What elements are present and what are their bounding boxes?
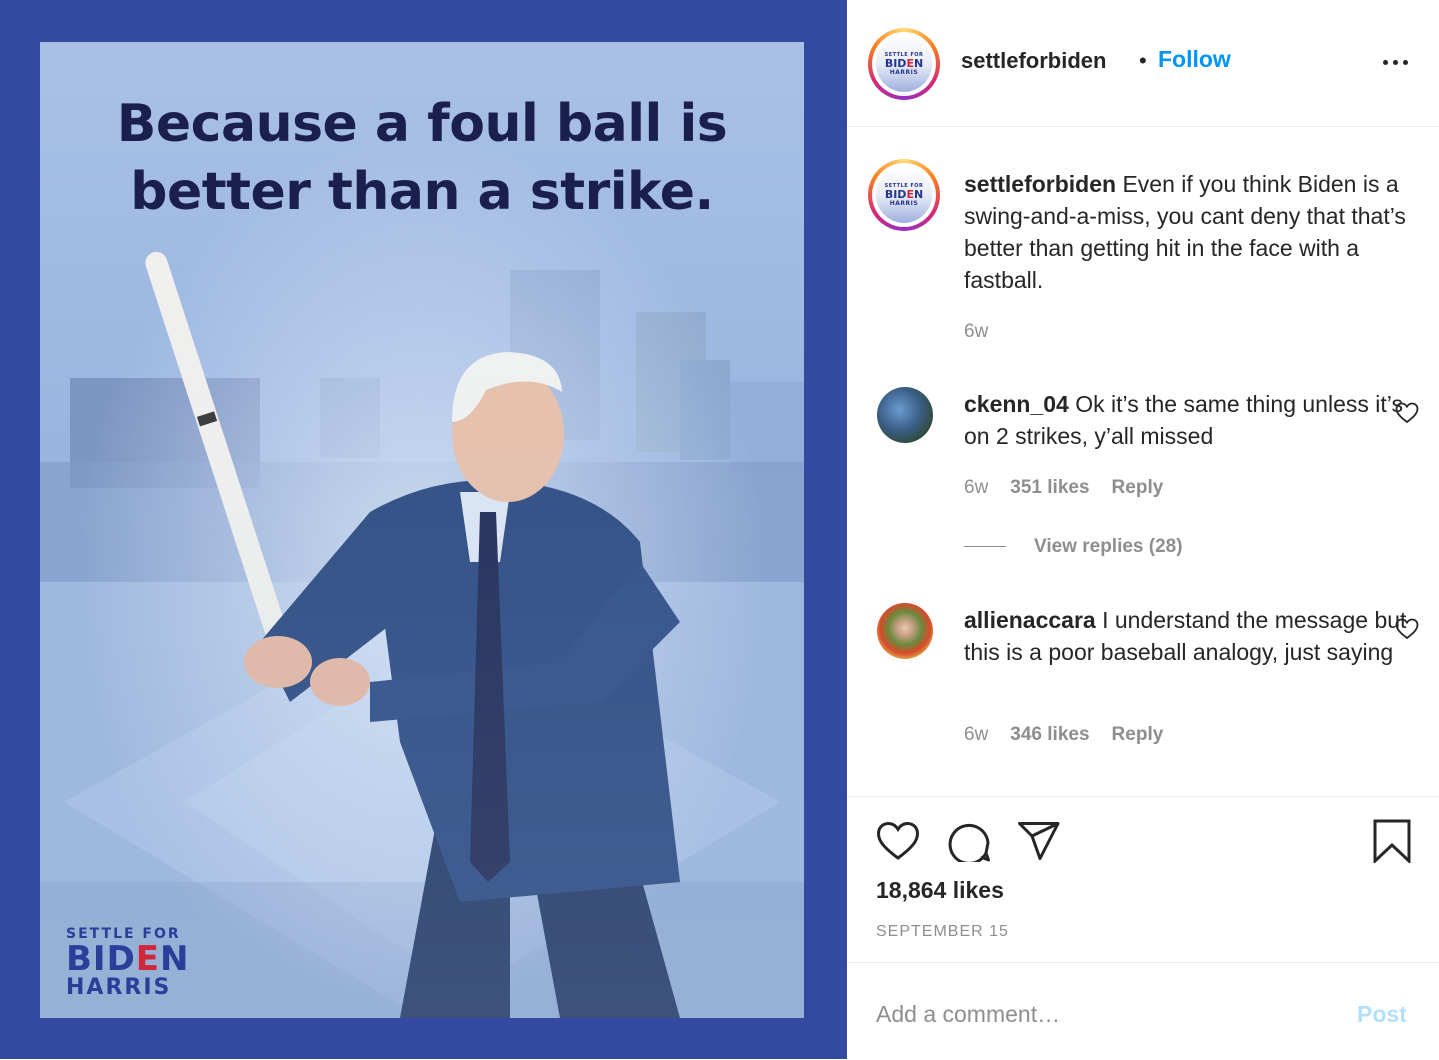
comment-reply-button[interactable]: Reply xyxy=(1112,724,1164,745)
share-paper-plane-icon[interactable] xyxy=(1017,821,1061,861)
brand-mid-text: BIDEN xyxy=(66,939,190,979)
header-avatar[interactable]: SETTLE FOR BIDEN HARRIS xyxy=(868,28,940,100)
comment-meta: 6w 346 likes Reply xyxy=(964,724,1185,746)
settle-for-biden-logo: SETTLE FOR BIDEN HARRIS xyxy=(66,926,190,1000)
caption-time[interactable]: 6w xyxy=(964,321,988,342)
brand-bottom-text: HARRIS xyxy=(66,975,172,1000)
comment-likes[interactable]: 351 likes xyxy=(1010,477,1089,498)
follow-button[interactable]: Follow xyxy=(1158,46,1231,73)
post-comment-button[interactable]: Post xyxy=(1357,1001,1407,1028)
header-username[interactable]: settleforbiden xyxy=(961,48,1106,74)
comment-time[interactable]: 6w xyxy=(964,724,988,745)
caption-text: settleforbiden Even if you think Biden i… xyxy=(964,168,1414,296)
post-likes-count[interactable]: 18,864 likes xyxy=(876,877,1004,904)
comment-meta: 6w 351 likes Reply xyxy=(964,477,1185,499)
comment-like-heart-icon[interactable] xyxy=(1395,402,1419,424)
comment-like-heart-icon[interactable] xyxy=(1395,618,1419,640)
poster-headline: Because a foul ball is better than a str… xyxy=(40,90,804,226)
view-replies-line xyxy=(964,546,1006,548)
post-header: SETTLE FOR BIDEN HARRIS settleforbiden •… xyxy=(847,0,1439,127)
comments-list[interactable]: SETTLE FOR BIDEN HARRIS settleforbiden E… xyxy=(847,127,1439,795)
commenter-avatar[interactable] xyxy=(877,387,933,443)
save-bookmark-icon[interactable] xyxy=(1373,819,1411,863)
post-actions: 18,864 likes SEPTEMBER 15 xyxy=(847,796,1439,963)
avatar-logo: SETTLE FOR BIDEN HARRIS xyxy=(876,36,932,92)
comment-text: allienaccara I understand the message bu… xyxy=(964,604,1414,668)
post-image[interactable]: Because a foul ball is better than a str… xyxy=(40,42,804,1018)
comment-reply-button[interactable]: Reply xyxy=(1112,477,1164,498)
view-replies-button[interactable]: View replies (28) xyxy=(964,536,1183,558)
comment-username[interactable]: allienaccara xyxy=(964,607,1096,633)
headline-line-1: Because a foul ball is xyxy=(116,94,728,154)
add-comment-input[interactable] xyxy=(876,999,1316,1029)
post-date[interactable]: SEPTEMBER 15 xyxy=(876,923,1009,941)
caption-avatar[interactable]: SETTLE FOR BIDEN HARRIS xyxy=(868,159,940,231)
caption-meta: 6w xyxy=(964,321,1010,343)
comment-text: ckenn_04 Ok it’s the same thing unless i… xyxy=(964,388,1414,452)
view-replies-label: View replies (28) xyxy=(1034,536,1183,557)
commenter-avatar[interactable] xyxy=(877,603,933,659)
headline-line-2: better than a strike. xyxy=(130,162,714,222)
comment-likes[interactable]: 346 likes xyxy=(1010,724,1089,745)
caption-username[interactable]: settleforbiden xyxy=(964,171,1116,197)
comment-username[interactable]: ckenn_04 xyxy=(964,391,1069,417)
comment-bubble-icon[interactable] xyxy=(947,820,991,862)
comment-time[interactable]: 6w xyxy=(964,477,988,498)
more-options-icon[interactable] xyxy=(1383,48,1411,68)
post-sidebar: SETTLE FOR BIDEN HARRIS settleforbiden •… xyxy=(847,0,1439,1059)
like-heart-icon[interactable] xyxy=(876,821,920,861)
header-separator: • xyxy=(1139,48,1147,73)
add-comment-bar: Post xyxy=(847,962,1439,1060)
avatar-logo: SETTLE FOR BIDEN HARRIS xyxy=(876,167,932,223)
post-media[interactable]: Because a foul ball is better than a str… xyxy=(0,0,847,1059)
